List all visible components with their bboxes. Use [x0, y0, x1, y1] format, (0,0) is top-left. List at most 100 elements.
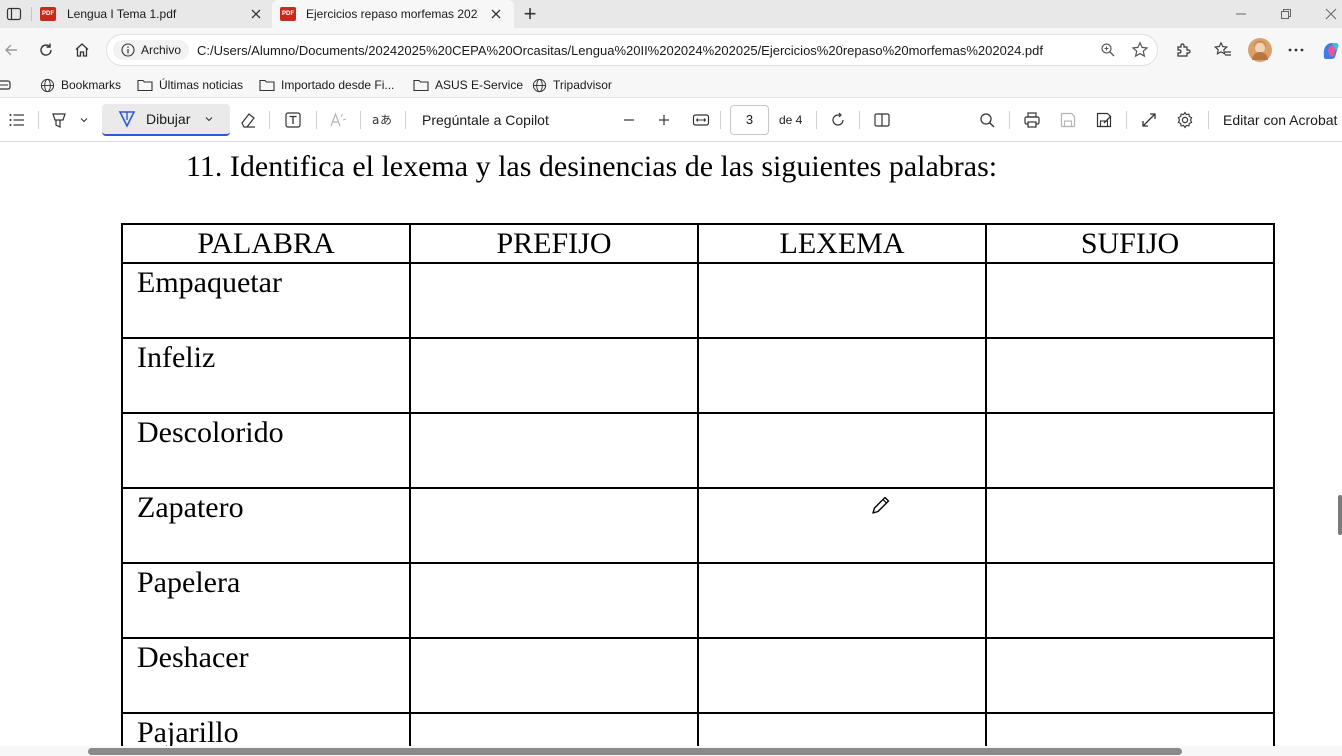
- close-window-button[interactable]: [1320, 3, 1342, 25]
- suffix-cell[interactable]: [985, 337, 1275, 414]
- find-icon[interactable]: [976, 109, 998, 131]
- edit-with-acrobat-label: Editar con Acrobat: [1223, 112, 1338, 128]
- address-bar[interactable]: Archivo C:/Users/Alumno/Documents/202420…: [106, 34, 1158, 66]
- lexeme-cell[interactable]: [697, 637, 987, 714]
- lexeme-cell[interactable]: [697, 712, 987, 746]
- favorite-tripadvisor[interactable]: Tripadvisor: [532, 76, 612, 94]
- pdf-toolbar: Dibujar aあ Pregúntale a Copilot 3 de 4 E…: [0, 98, 1342, 142]
- ask-copilot-label: Pregúntale a Copilot: [422, 112, 549, 128]
- draw-button[interactable]: Dibujar: [102, 104, 230, 136]
- favorite-label: Tripadvisor: [553, 78, 612, 92]
- favorite-star-icon[interactable]: [1129, 39, 1151, 61]
- ask-copilot-button[interactable]: Pregúntale a Copilot: [422, 109, 549, 131]
- home-button[interactable]: [71, 39, 93, 61]
- favorite-label: Importado desde Fi...: [281, 78, 395, 92]
- horizontal-scrollbar-thumb[interactable]: [88, 748, 1182, 755]
- table-row: Zapatero: [121, 487, 1275, 564]
- lexeme-cell[interactable]: [697, 562, 987, 639]
- back-button[interactable]: [0, 39, 22, 61]
- favorite-label: ASUS E-Service: [435, 78, 524, 92]
- rotate-icon[interactable]: [827, 109, 849, 131]
- lexeme-cell[interactable]: [697, 337, 987, 414]
- pen-cursor-icon: [870, 494, 892, 516]
- translate-icon[interactable]: aあ: [371, 109, 393, 131]
- close-tab-icon[interactable]: [488, 6, 504, 22]
- site-info-label: Archivo: [141, 43, 182, 57]
- favorite-bookmarks[interactable]: Bookmarks: [40, 76, 121, 94]
- table-row: Empaquetar: [121, 262, 1275, 339]
- add-text-icon[interactable]: [282, 109, 304, 131]
- prefix-cell[interactable]: [409, 412, 699, 489]
- lexeme-cell[interactable]: [697, 487, 987, 564]
- draw-pen-icon: [118, 111, 136, 128]
- highlight-icon[interactable]: [48, 109, 70, 131]
- vertical-scrollbar-thumb[interactable]: [1338, 495, 1342, 535]
- site-info-badge[interactable]: Archivo: [113, 40, 190, 60]
- prefix-cell[interactable]: [409, 637, 699, 714]
- draw-label: Dibujar: [146, 111, 191, 127]
- globe-icon: [532, 78, 547, 92]
- lexeme-cell[interactable]: [697, 412, 987, 489]
- favorite-label: Bookmarks: [61, 78, 122, 92]
- page-number-input[interactable]: 3: [730, 105, 769, 135]
- favorites-bar-toggle-icon[interactable]: [0, 76, 20, 94]
- close-tab-icon[interactable]: [248, 6, 264, 22]
- more-options-icon[interactable]: [1285, 39, 1307, 61]
- save-as-icon[interactable]: [1093, 109, 1115, 131]
- contents-list-icon[interactable]: [6, 109, 28, 131]
- chevron-down-icon[interactable]: [204, 114, 214, 124]
- word-cell: Empaquetar: [121, 262, 411, 339]
- favorites-bar: Bookmarks Últimas noticias Importado des…: [0, 72, 1342, 98]
- refresh-button[interactable]: [35, 39, 57, 61]
- table-row: Papelera: [121, 562, 1275, 639]
- extensions-icon[interactable]: [1172, 39, 1194, 61]
- favorite-label: Últimas noticias: [159, 78, 244, 92]
- profile-avatar[interactable]: [1248, 38, 1272, 62]
- tab-lengua-tema1[interactable]: PDF Lengua I Tema 1.pdf: [34, 0, 270, 28]
- lexeme-cell[interactable]: [697, 262, 987, 339]
- page-view-icon[interactable]: [871, 109, 893, 131]
- fullscreen-icon[interactable]: [1138, 109, 1160, 131]
- prefix-cell[interactable]: [409, 562, 699, 639]
- print-icon[interactable]: [1021, 109, 1043, 131]
- prefix-cell[interactable]: [409, 487, 699, 564]
- column-header-prefijo: PREFIJO: [409, 223, 699, 264]
- read-aloud-icon: [327, 109, 349, 131]
- zoom-icon[interactable]: [1097, 39, 1119, 61]
- tab-ejercicios-repaso[interactable]: PDF Ejercicios repaso morfemas 2024.: [272, 0, 514, 28]
- prefix-cell[interactable]: [409, 262, 699, 339]
- svg-text:a: a: [372, 113, 379, 127]
- horizontal-scrollbar[interactable]: [0, 746, 1342, 756]
- zoom-out-button[interactable]: [618, 109, 640, 131]
- favorite-asus-eservice[interactable]: ASUS E-Service: [413, 76, 523, 94]
- new-tab-button[interactable]: +: [519, 3, 541, 25]
- suffix-cell[interactable]: [985, 487, 1275, 564]
- page-total-text: de 4: [779, 113, 803, 127]
- favorite-importado[interactable]: Importado desde Fi...: [259, 76, 394, 94]
- copilot-icon[interactable]: [1320, 39, 1342, 61]
- edit-with-acrobat-button[interactable]: Editar con Acrobat: [1223, 109, 1337, 131]
- pdf-document-view[interactable]: 11. Identifica el lexema y las desinenci…: [0, 143, 1342, 746]
- eraser-icon[interactable]: [237, 109, 259, 131]
- prefix-cell[interactable]: [409, 712, 699, 746]
- prefix-cell[interactable]: [409, 337, 699, 414]
- suffix-cell[interactable]: [985, 412, 1275, 489]
- url-text[interactable]: C:/Users/Alumno/Documents/20242025%20CEP…: [197, 43, 1043, 58]
- favorites-list-icon[interactable]: [1212, 39, 1234, 61]
- suffix-cell[interactable]: [985, 712, 1275, 746]
- favorite-ultimas-noticias[interactable]: Últimas noticias: [137, 76, 243, 94]
- highlight-options-chevron-icon[interactable]: [76, 109, 92, 131]
- folder-icon: [137, 79, 153, 92]
- suffix-cell[interactable]: [985, 637, 1275, 714]
- table-row: Pajarillo: [121, 712, 1275, 746]
- settings-gear-icon[interactable]: [1174, 109, 1196, 131]
- zoom-in-button[interactable]: [653, 109, 675, 131]
- tab-actions-icon[interactable]: [3, 3, 25, 25]
- exercise-heading: 11. Identifica el lexema y las desinenci…: [186, 150, 998, 183]
- suffix-cell[interactable]: [985, 562, 1275, 639]
- minimize-button[interactable]: [1230, 3, 1252, 25]
- fit-to-width-icon[interactable]: [690, 109, 712, 131]
- restore-button[interactable]: [1275, 3, 1297, 25]
- suffix-cell[interactable]: [985, 262, 1275, 339]
- tab-label: Ejercicios repaso morfemas 2024.: [306, 7, 478, 21]
